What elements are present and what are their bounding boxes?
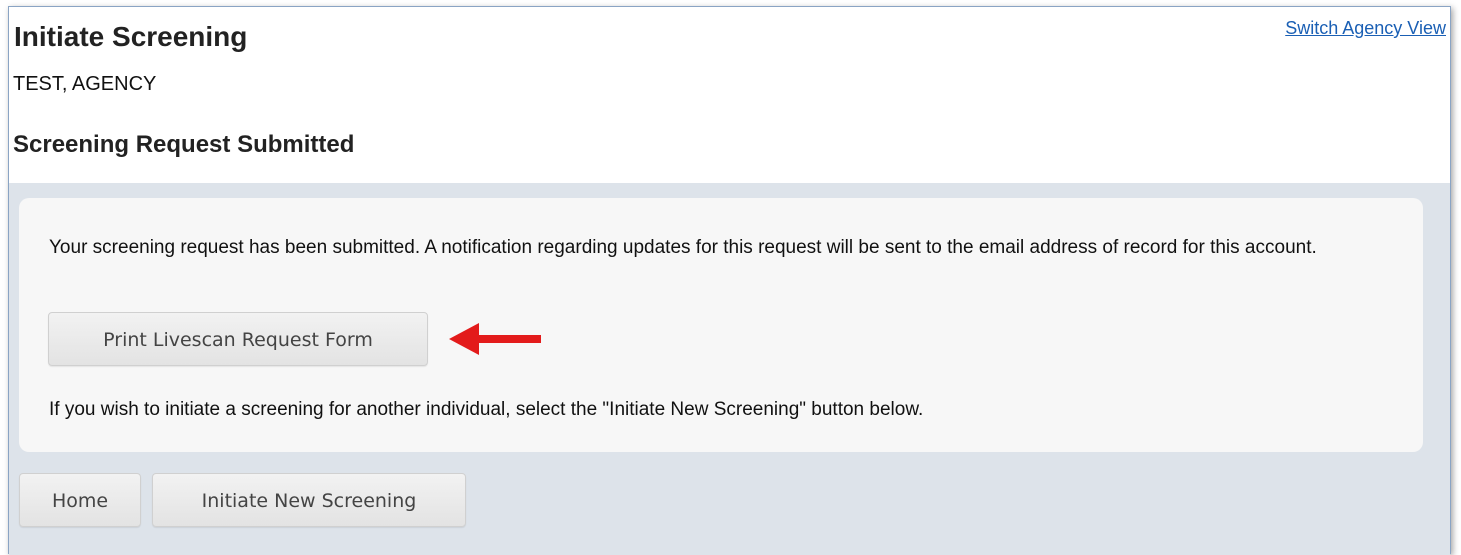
left-arrow-icon — [449, 323, 541, 355]
page-title: Initiate Screening — [14, 21, 248, 52]
section-title: Screening Request Submitted — [13, 131, 355, 158]
main-window: Switch Agency View Initiate Screening TE… — [8, 6, 1451, 555]
print-livescan-button[interactable]: Print Livescan Request Form — [48, 312, 428, 366]
switch-agency-view-link[interactable]: Switch Agency View — [1285, 18, 1446, 39]
content-area: Your screening request has been submitte… — [9, 183, 1450, 555]
initiate-new-screening-button[interactable]: Initiate New Screening — [152, 473, 466, 527]
home-button[interactable]: Home — [19, 473, 141, 527]
submission-message: Your screening request has been submitte… — [49, 237, 1317, 258]
confirmation-panel: Your screening request has been submitte… — [19, 198, 1423, 452]
agency-name: TEST, AGENCY — [13, 73, 157, 95]
instruction-message: If you wish to initiate a screening for … — [49, 399, 924, 420]
